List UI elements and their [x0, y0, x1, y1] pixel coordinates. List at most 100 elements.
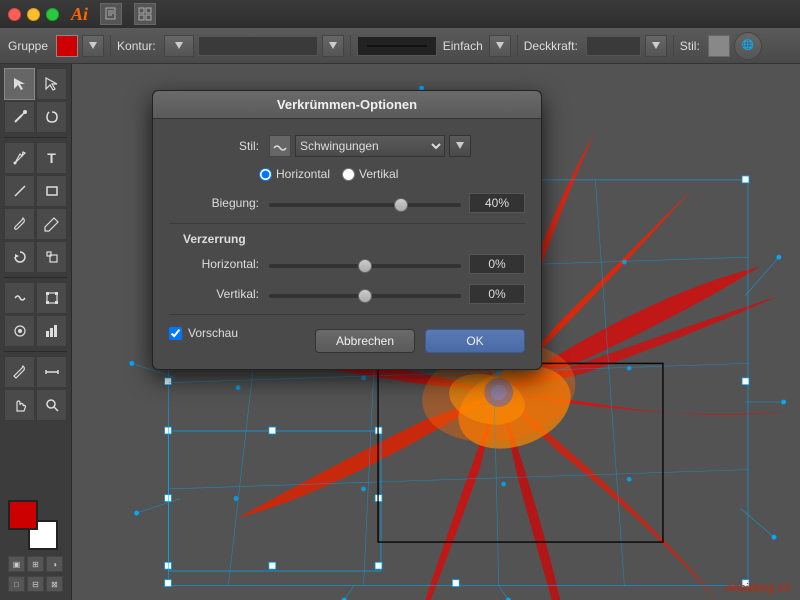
separator4: [673, 35, 674, 57]
fill-options-btn[interactable]: [82, 35, 104, 57]
biegung-row: Biegung:: [169, 193, 525, 213]
biegung-label: Biegung:: [169, 196, 259, 210]
v-distortion-slider-container: [269, 287, 461, 301]
stil-arrow-btn[interactable]: [449, 135, 471, 157]
arrange-icon[interactable]: [134, 3, 156, 25]
minimize-button[interactable]: [27, 8, 40, 21]
column-graph-tool[interactable]: [36, 315, 67, 347]
magic-wand-tool[interactable]: [4, 101, 35, 133]
v-distortion-input[interactable]: [469, 284, 525, 304]
verzerrung-label: Verzerrung: [183, 232, 525, 246]
stroke-preview: [357, 36, 437, 56]
globe-btn[interactable]: 🌐: [734, 32, 762, 60]
tool-row-8: [4, 315, 67, 347]
zoom-tool[interactable]: [36, 389, 67, 421]
stil-select[interactable]: Schwingungen Bogen Welle: [295, 135, 445, 157]
deckkraft-label: Deckkraft:: [524, 39, 578, 53]
warp-tool[interactable]: [4, 282, 35, 314]
text-tool[interactable]: T: [36, 142, 67, 174]
draw-inside[interactable]: ⊠: [46, 576, 63, 592]
vertikal-radio[interactable]: [342, 168, 355, 181]
tool-row-4: [4, 175, 67, 207]
tool-row-2: [4, 101, 67, 133]
tool-row-3: T: [4, 142, 67, 174]
symbol-tool[interactable]: [4, 315, 35, 347]
ok-button[interactable]: OK: [425, 329, 525, 353]
stroke-style-label: Einfach: [443, 39, 483, 53]
kontur-value-input[interactable]: [198, 36, 318, 56]
tool-row-7: [4, 282, 67, 314]
v-distortion-label: Vertikal:: [169, 287, 259, 301]
separator3: [517, 35, 518, 57]
stil-row: Stil: Schwingungen Bogen Welle: [169, 135, 525, 157]
vorschau-row: Vorschau: [169, 326, 238, 340]
separator2: [350, 35, 351, 57]
v-distortion-row: Vertikal:: [169, 284, 525, 304]
biegung-slider[interactable]: [269, 203, 461, 207]
paintbrush-tool[interactable]: [4, 208, 35, 240]
lasso-tool[interactable]: [36, 101, 67, 133]
app-icon: Ai: [71, 4, 88, 25]
pattern-mode[interactable]: ⊞: [27, 556, 44, 572]
deckkraft-dropdown-btn[interactable]: [645, 35, 667, 57]
fill-swatch[interactable]: [56, 35, 78, 57]
abbrechen-button[interactable]: Abbrechen: [315, 329, 415, 353]
direct-select-tool[interactable]: [36, 68, 67, 100]
separator: [110, 35, 111, 57]
pencil-tool[interactable]: [36, 208, 67, 240]
horizontal-radio-label[interactable]: Horizontal: [259, 167, 330, 181]
measure-tool[interactable]: [36, 356, 67, 388]
free-transform-tool[interactable]: [36, 282, 67, 314]
stil-icon: [269, 135, 291, 157]
mode-row: ▣ ⊞ ◑: [8, 556, 63, 572]
dialog-overlay: Verkrümmen-Optionen Stil: Schwingungen: [72, 64, 800, 600]
dialog-title: Verkrümmen-Optionen: [153, 91, 541, 119]
vertikal-radio-label[interactable]: Vertikal: [342, 167, 398, 181]
style-select-wrapper: Schwingungen Bogen Welle: [269, 135, 471, 157]
stil-label: Stil:: [169, 139, 259, 153]
close-button[interactable]: [8, 8, 21, 21]
horizontal-radio[interactable]: [259, 168, 272, 181]
biegung-input[interactable]: [469, 193, 525, 213]
pen-tool[interactable]: [4, 142, 35, 174]
group-label: Gruppe: [8, 39, 48, 53]
tool-separator-3: [4, 351, 67, 352]
h-distortion-row: Horizontal:: [169, 254, 525, 274]
kontur-dropdown-btn[interactable]: [322, 35, 344, 57]
section-divider-2: [169, 314, 525, 315]
fg-bg-swatch: [8, 500, 58, 550]
hand-tool[interactable]: [4, 389, 35, 421]
deckkraft-input[interactable]: 100%: [586, 36, 641, 56]
stroke-style-btn[interactable]: [489, 35, 511, 57]
draw-behind[interactable]: ⊟: [27, 576, 44, 592]
kontur-label: Kontur:: [117, 39, 156, 53]
rotate-tool[interactable]: [4, 241, 35, 273]
stil-label: Stil:: [680, 39, 700, 53]
toolbar: Gruppe Kontur: Einfach Deckkraft: 100% S…: [0, 28, 800, 64]
scale-tool[interactable]: [36, 241, 67, 273]
draw-normal[interactable]: □: [8, 576, 25, 592]
document-icon[interactable]: [100, 3, 122, 25]
canvas-background[interactable]: Verkrümmen-Optionen Stil: Schwingungen: [72, 64, 800, 600]
tool-row-9: [4, 356, 67, 388]
h-distortion-input[interactable]: [469, 254, 525, 274]
normal-mode[interactable]: ▣: [8, 556, 25, 572]
v-distortion-slider[interactable]: [269, 294, 461, 298]
foreground-swatch[interactable]: [8, 500, 38, 530]
color-area: ▣ ⊞ ◑ □ ⊟ ⊠: [4, 496, 67, 596]
line-tool[interactable]: [4, 175, 35, 207]
select-tool[interactable]: [4, 68, 35, 100]
h-distortion-slider[interactable]: [269, 264, 461, 268]
tool-separator-2: [4, 277, 67, 278]
gradient-mode[interactable]: ◑: [46, 556, 63, 572]
maximize-button[interactable]: [46, 8, 59, 21]
warp-options-dialog: Verkrümmen-Optionen Stil: Schwingungen: [152, 90, 542, 370]
section-divider: [169, 223, 525, 224]
dialog-buttons: Abbrechen OK: [315, 329, 525, 353]
rect-tool[interactable]: [36, 175, 67, 207]
dialog-body: Stil: Schwingungen Bogen Welle: [153, 119, 541, 369]
eyedropper-tool[interactable]: [4, 356, 35, 388]
left-toolbar: T: [0, 64, 72, 600]
kontur-options-btn[interactable]: [164, 35, 194, 57]
vorschau-checkbox[interactable]: [169, 327, 182, 340]
